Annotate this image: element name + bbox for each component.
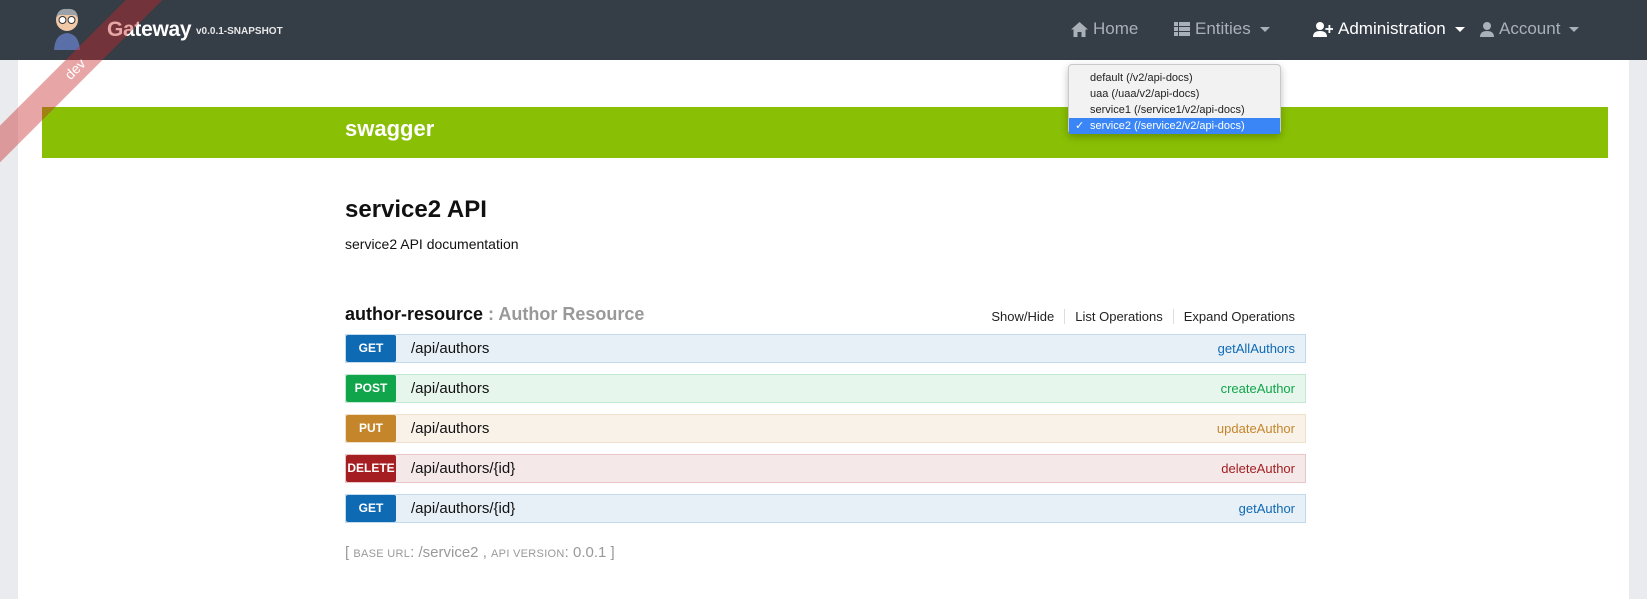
nav-home-label: Home	[1093, 19, 1139, 38]
operation-row[interactable]: POST /api/authors createAuthor	[345, 374, 1306, 403]
swagger-logo[interactable]: swagger	[345, 116, 434, 142]
operation-row[interactable]: PUT /api/authors updateAuthor	[345, 414, 1306, 443]
method-badge[interactable]: GET	[346, 495, 396, 522]
operation-row[interactable]: GET /api/authors/{id} getAuthor	[345, 494, 1306, 523]
chevron-down-icon	[1259, 26, 1270, 32]
api-description: service2 API documentation	[345, 236, 519, 252]
brand-version: v0.0.1-SNAPSHOT	[196, 26, 283, 37]
chevron-down-icon	[1454, 26, 1465, 32]
api-title: service2 API	[345, 196, 487, 223]
operation-path[interactable]: /api/authors	[411, 420, 489, 437]
spec-option-service1[interactable]: service1 (/service1/v2/api-docs)	[1069, 102, 1280, 118]
nav-home[interactable]: Home	[1071, 19, 1138, 39]
show-hide-link[interactable]: Show/Hide	[981, 309, 1066, 324]
user-plus-icon	[1313, 21, 1333, 37]
list-operations-link[interactable]: List Operations	[1065, 309, 1174, 324]
resource-description: Author Resource	[498, 304, 645, 324]
footer-colon: :	[564, 544, 573, 561]
operation-path[interactable]: /api/authors/{id}	[411, 500, 515, 517]
spec-option-uaa[interactable]: uaa (/uaa/v2/api-docs)	[1069, 86, 1280, 102]
spec-option-default[interactable]: default (/v2/api-docs)	[1069, 70, 1280, 86]
method-badge[interactable]: DELETE	[346, 455, 396, 482]
operation-path[interactable]: /api/authors/{id}	[411, 460, 515, 477]
operation-nickname[interactable]: updateAuthor	[1217, 421, 1295, 436]
base-url-value: /service2	[418, 544, 479, 561]
method-badge[interactable]: POST	[346, 375, 396, 402]
method-badge[interactable]: GET	[346, 335, 396, 362]
operation-nickname[interactable]: deleteAuthor	[1221, 461, 1295, 476]
api-version-label: Api version	[491, 548, 565, 560]
checkmark-icon: ✓	[1075, 120, 1085, 132]
footer-comma: ,	[478, 544, 492, 561]
method-badge[interactable]: PUT	[346, 415, 396, 442]
operation-nickname[interactable]: getAuthor	[1239, 501, 1295, 516]
brand-logo-icon[interactable]	[50, 6, 84, 50]
nav-administration-label: Administration	[1338, 19, 1446, 38]
top-navbar: Gateway v0.0.1-SNAPSHOT Home Entities Ad…	[0, 0, 1647, 60]
api-info-footer: [ Base url: /service2 , Api version: 0.0…	[345, 544, 615, 561]
nav-administration[interactable]: Administration	[1313, 19, 1465, 39]
spec-option-service2-label: service2 (/service2/v2/api-docs)	[1090, 120, 1245, 132]
nav-account-label: Account	[1499, 19, 1561, 38]
api-version-value: 0.0.1	[573, 544, 607, 561]
expand-operations-link[interactable]: Expand Operations	[1174, 309, 1295, 324]
nav-entities[interactable]: Entities	[1174, 19, 1270, 39]
swagger-header	[42, 107, 1608, 158]
resource-heading[interactable]: author-resource : Author Resource	[345, 304, 644, 325]
base-url-label: Base url	[353, 548, 411, 560]
operation-path[interactable]: /api/authors	[411, 380, 489, 397]
home-icon	[1071, 21, 1088, 37]
nav-entities-label: Entities	[1195, 19, 1251, 38]
operation-path[interactable]: /api/authors	[411, 340, 489, 357]
chevron-down-icon	[1569, 26, 1580, 32]
api-spec-select[interactable]: default (/v2/api-docs) uaa (/uaa/v2/api-…	[1068, 64, 1281, 134]
th-list-icon	[1174, 22, 1190, 36]
footer-bracket-close: ]	[606, 544, 615, 561]
operation-row[interactable]: GET /api/authors getAllAuthors	[345, 334, 1306, 363]
nav-account[interactable]: Account	[1480, 19, 1580, 39]
operation-nickname[interactable]: getAllAuthors	[1218, 341, 1295, 356]
spec-option-service2[interactable]: ✓ service2 (/service2/v2/api-docs)	[1069, 118, 1280, 134]
resource-separator: :	[483, 304, 499, 324]
operation-row[interactable]: DELETE /api/authors/{id} deleteAuthor	[345, 454, 1306, 483]
operation-nickname[interactable]: createAuthor	[1221, 381, 1295, 396]
resource-name[interactable]: author-resource	[345, 304, 483, 324]
brand-name[interactable]: Gateway	[107, 18, 192, 42]
footer-colon: :	[410, 544, 419, 561]
resource-actions: Show/Hide List Operations Expand Operati…	[981, 309, 1295, 324]
user-icon	[1480, 21, 1494, 37]
